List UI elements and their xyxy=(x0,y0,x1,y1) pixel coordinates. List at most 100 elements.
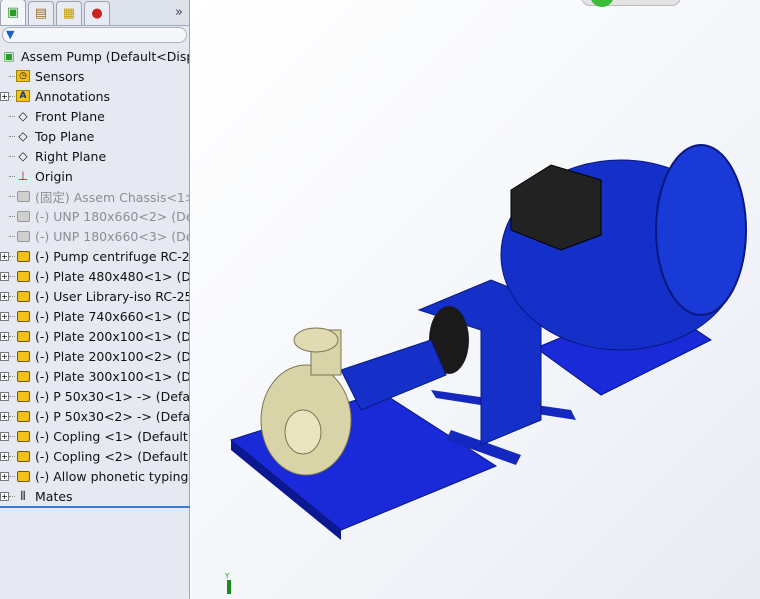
tab-configuration-manager[interactable]: ▦ xyxy=(56,1,82,25)
config-icon: ▦ xyxy=(62,6,76,21)
part-icon xyxy=(15,188,31,204)
tree-item-label: (-) Plate 200x100<1> (Defa xyxy=(35,328,189,344)
part-icon xyxy=(15,228,31,244)
motor-fan-cover xyxy=(655,144,747,316)
expand-toggle[interactable]: + xyxy=(0,491,9,501)
expand-toggle[interactable]: + xyxy=(0,91,9,101)
tree-item-label: (-) Allow phonetic typing C xyxy=(35,468,189,484)
expand-toggle[interactable]: + xyxy=(0,451,9,461)
expand-toggle[interactable]: + xyxy=(0,431,9,441)
tree-item[interactable]: + (-) Plate 300x100<1> (Defa xyxy=(0,366,189,386)
part-icon xyxy=(15,388,31,404)
tree-item[interactable]: ⊥ Origin xyxy=(0,166,189,186)
tree-item-label: (-) P 50x30<1> -> (Default xyxy=(35,388,189,404)
property-icon: ▤ xyxy=(34,6,48,21)
origin-icon: ⊥ xyxy=(17,169,29,183)
expand-toggle[interactable]: + xyxy=(0,391,9,401)
tree-item[interactable]: + (-) Pump centrifuge RC-258 xyxy=(0,246,189,266)
tree-item[interactable]: + (-) P 50x30<1> -> (Default xyxy=(0,386,189,406)
tree-item[interactable]: + (-) User Library-iso RC-258 xyxy=(0,286,189,306)
tree-item[interactable]: + (-) Plate 200x100<1> (Defa xyxy=(0,326,189,346)
more-tabs-button[interactable]: » xyxy=(175,5,183,20)
tree-item[interactable]: + (-) Plate 480x480<1> (Defa xyxy=(0,266,189,286)
mates-icon: ⫴ xyxy=(20,488,26,503)
tree-item-label: (-) Copling <1> (Default<< xyxy=(35,428,189,444)
appearance-icon: ● xyxy=(91,6,103,21)
tree-item-label: (固定) Assem Chassis<1> ( xyxy=(35,189,189,205)
expand-toggle[interactable]: + xyxy=(0,291,9,301)
filter-input[interactable]: ▼ xyxy=(2,27,187,43)
outlet-flange xyxy=(293,327,339,353)
tree-item-label: Annotations xyxy=(35,88,111,104)
tree-item-label: Front Plane xyxy=(35,108,105,124)
annotations-icon: A xyxy=(15,88,31,104)
tree-item-label: Top Plane xyxy=(35,128,95,144)
graphics-viewport[interactable]: Y xyxy=(191,0,760,599)
filter-icon: ▼ xyxy=(6,28,15,41)
expand-toggle[interactable]: + xyxy=(0,411,9,421)
part-icon xyxy=(15,248,31,264)
tree-item[interactable]: (固定) Assem Chassis<1> ( xyxy=(0,186,189,206)
tree-item[interactable]: + (-) P 50x30<2> -> (Default xyxy=(0,406,189,426)
tree-item[interactable]: (-) UNP 180x660<3> (Defa xyxy=(0,226,189,246)
expand-toggle[interactable]: + xyxy=(0,471,9,481)
part-icon xyxy=(15,288,31,304)
tree-item-label: Mates xyxy=(35,488,73,504)
tab-property-manager[interactable]: ▤ xyxy=(28,1,54,25)
tab-feature-manager[interactable]: ▣ xyxy=(0,0,26,25)
expand-toggle[interactable]: + xyxy=(0,331,9,341)
tree-item[interactable]: ◇ Right Plane xyxy=(0,146,189,166)
tree-item-label: Right Plane xyxy=(35,148,107,164)
feature-tree: ▣ Assem Pump (Default<Displa ◷ Sensors + A Ann… xyxy=(0,46,189,506)
tree-item-label: (-) UNP 180x660<3> (Defa xyxy=(35,228,189,244)
part-icon xyxy=(15,468,31,484)
axis-label: Y xyxy=(225,572,230,580)
part-icon xyxy=(15,328,31,344)
tree-item-label: (-) Plate 300x100<1> (Defa xyxy=(35,368,189,384)
tree-item-label: Assem Pump (Default<Displa xyxy=(21,48,189,64)
tree-item[interactable]: + (-) Copling <2> (Default<< xyxy=(0,446,189,466)
tree-item[interactable]: + ⫴ Mates xyxy=(0,486,189,506)
tree-item-label: (-) User Library-iso RC-258 xyxy=(35,288,189,304)
part-icon xyxy=(15,308,31,324)
tree-item[interactable]: + (-) Copling <1> (Default<< xyxy=(0,426,189,446)
part-icon xyxy=(15,428,31,444)
tree-item-label: Sensors xyxy=(35,68,85,84)
tree-root-assembly[interactable]: ▣ Assem Pump (Default<Displa xyxy=(0,46,189,66)
expand-toggle[interactable]: + xyxy=(0,251,9,261)
part-icon xyxy=(15,268,31,284)
assembly-icon: ▣ xyxy=(6,5,20,20)
plane-icon: ◇ xyxy=(18,109,28,123)
tree-item[interactable]: ◇ Front Plane xyxy=(0,106,189,126)
panel-tabs: ▣ ▤ ▦ ● » xyxy=(0,0,189,26)
tree-item[interactable]: + (-) Allow phonetic typing C xyxy=(0,466,189,486)
tree-item-label: (-) Plate 740x660<1> (Defa xyxy=(35,308,189,324)
tree-item[interactable]: (-) UNP 180x660<2> (Defa xyxy=(0,206,189,226)
tree-item[interactable]: + A Annotations xyxy=(0,86,189,106)
pump-inlet xyxy=(284,409,322,455)
triad-y-axis: Y xyxy=(225,572,231,594)
tab-display-manager[interactable]: ● xyxy=(84,1,110,25)
expand-toggle[interactable]: + xyxy=(0,371,9,381)
tree-item[interactable]: ◇ Top Plane xyxy=(0,126,189,146)
tree-item-label: (-) Plate 200x100<2> (Defa xyxy=(35,348,189,364)
tree-item[interactable]: + (-) Plate 740x660<1> (Defa xyxy=(0,306,189,326)
tree-item-label: (-) Plate 480x480<1> (Defa xyxy=(35,268,189,284)
tree-end-divider xyxy=(0,506,190,508)
pump-assembly-model[interactable] xyxy=(191,0,760,599)
part-icon xyxy=(15,368,31,384)
tree-item-label: Origin xyxy=(35,168,73,184)
plane-icon: ◇ xyxy=(18,149,28,163)
part-icon xyxy=(15,408,31,424)
tree-item-label: (-) UNP 180x660<2> (Defa xyxy=(35,208,189,224)
expand-toggle[interactable]: + xyxy=(0,311,9,321)
tree-item[interactable]: + (-) Plate 200x100<2> (Defa xyxy=(0,346,189,366)
tree-item-label: (-) Copling <2> (Default<< xyxy=(35,448,189,464)
feature-manager-panel: ▣ ▤ ▦ ● » ▼ ▣ Assem Pump (Default<Displa ◷… xyxy=(0,0,190,599)
tree-item[interactable]: ◷ Sensors xyxy=(0,66,189,86)
axis-arrow-icon xyxy=(227,580,231,594)
expand-toggle[interactable]: + xyxy=(0,271,9,281)
tree-item-label: (-) Pump centrifuge RC-258 xyxy=(35,248,189,264)
expand-toggle[interactable]: + xyxy=(0,351,9,361)
part-icon xyxy=(15,348,31,364)
